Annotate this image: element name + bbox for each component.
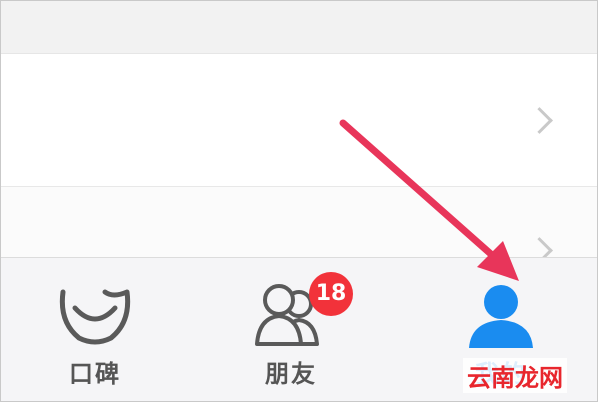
chevron-right-icon — [526, 107, 553, 134]
list-item[interactable] — [1, 187, 597, 264]
koubei-face-icon — [59, 289, 131, 345]
watermark: 云南龙网 — [463, 358, 567, 393]
notification-badge: 18 — [309, 272, 353, 316]
person-icon — [469, 285, 533, 348]
tab-koubei[interactable]: 口碑 — [25, 258, 165, 401]
top-section — [1, 1, 597, 54]
tab-label: 朋友 — [265, 360, 317, 388]
list-item[interactable] — [1, 54, 597, 187]
tab-friends[interactable]: 18 朋友 — [221, 258, 361, 401]
tab-label: 口碑 — [69, 360, 121, 388]
screenshot-frame: 口碑 18 朋友 我的 云南龙网 — [0, 0, 598, 402]
